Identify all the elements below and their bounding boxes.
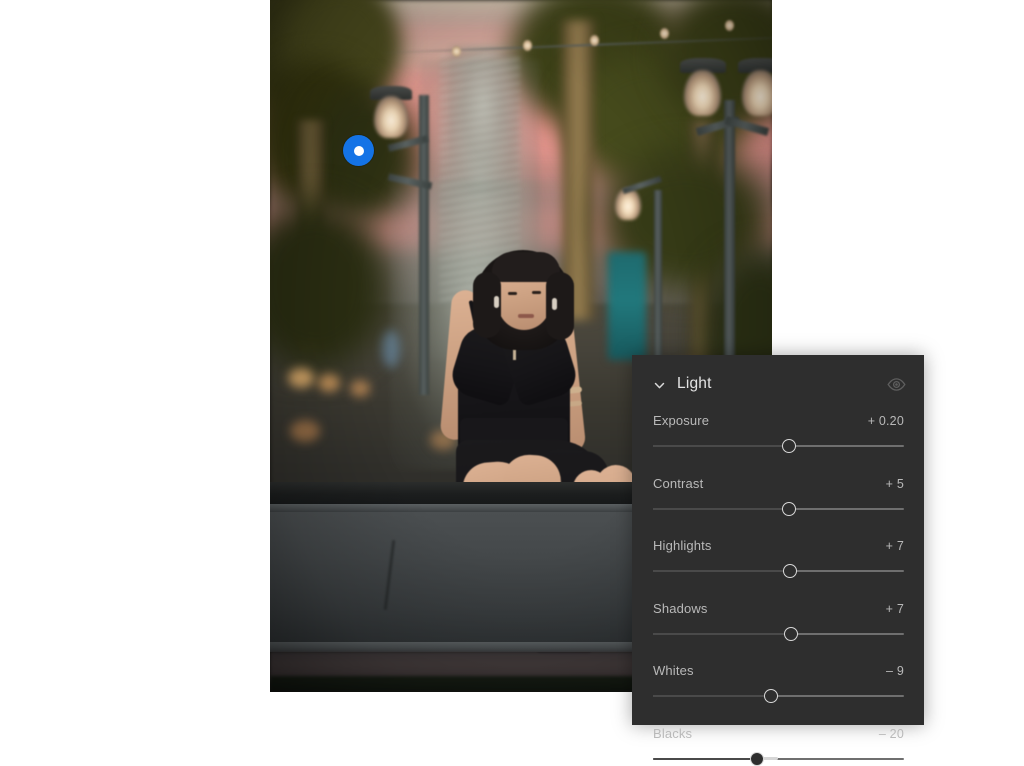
slider-track-area[interactable] [653, 502, 904, 516]
slider-label: Contrast [653, 476, 703, 491]
light-panel: Light Exposure + 0.20 Contras [632, 355, 924, 725]
teal-banner [608, 252, 646, 360]
lamp-head [684, 70, 721, 116]
pin-center-dot [354, 146, 364, 156]
slider-exposure[interactable]: Exposure + 0.20 [653, 413, 904, 453]
slider-header: Contrast + 5 [653, 476, 904, 491]
bokeh-light [288, 368, 314, 388]
panel-title: Light [677, 375, 712, 393]
slider-header: Shadows + 7 [653, 601, 904, 616]
slider-knob[interactable] [764, 689, 778, 703]
slider-label: Blacks [653, 726, 692, 741]
string-light-bulb [452, 46, 461, 57]
light-sliders: Exposure + 0.20 Contrast + 5 [632, 413, 924, 766]
mouth [518, 314, 534, 318]
slider-knob[interactable] [783, 564, 797, 578]
light-panel-header[interactable]: Light [632, 355, 924, 413]
slider-knob[interactable] [784, 627, 798, 641]
earring [494, 296, 499, 308]
slider-track-left [653, 695, 771, 697]
slider-label: Exposure [653, 413, 709, 428]
slider-label: Highlights [653, 538, 712, 553]
local-adjustment-pin[interactable] [343, 135, 374, 166]
slider-contrast[interactable]: Contrast + 5 [653, 476, 904, 516]
bokeh-light [382, 330, 400, 368]
slider-track-area[interactable] [653, 564, 904, 578]
eye-icon[interactable] [886, 374, 906, 394]
slider-track-area[interactable] [653, 689, 904, 703]
slider-whites[interactable]: Whites – 9 [653, 663, 904, 703]
slider-value: – 20 [879, 727, 904, 741]
string-light-bulb [725, 20, 734, 31]
string-light-bulb [590, 35, 599, 46]
bokeh-light [290, 420, 320, 442]
eye [532, 291, 541, 294]
slider-track-left [653, 633, 791, 635]
slider-track-left [653, 508, 789, 510]
slider-header: Exposure + 0.20 [653, 413, 904, 428]
earring [552, 298, 557, 310]
slider-label: Shadows [653, 601, 708, 616]
slider-label: Whites [653, 663, 694, 678]
slider-value: + 0.20 [868, 414, 904, 428]
bokeh-light [318, 374, 340, 392]
slider-knob[interactable] [782, 502, 796, 516]
lamp-post [724, 100, 735, 390]
slider-header: Whites – 9 [653, 663, 904, 678]
slider-blacks[interactable]: Blacks – 20 [653, 726, 904, 766]
slider-shadows[interactable]: Shadows + 7 [653, 601, 904, 641]
string-light-bulb [523, 40, 532, 51]
slider-highlights[interactable]: Highlights + 7 [653, 538, 904, 578]
slider-track-left [653, 570, 790, 572]
chevron-down-icon[interactable] [653, 379, 666, 392]
slider-header: Highlights + 7 [653, 538, 904, 553]
slider-track-area[interactable] [653, 439, 904, 453]
slider-track-left [653, 445, 789, 447]
slider-track-area[interactable] [653, 752, 904, 766]
slider-knob[interactable] [782, 439, 796, 453]
string-light-bulb [660, 28, 669, 39]
lamp-head [742, 70, 772, 116]
slider-header: Blacks – 20 [653, 726, 904, 741]
lamp-head [615, 188, 641, 220]
slider-track-area[interactable] [653, 627, 904, 641]
slider-value: + 7 [886, 602, 904, 616]
lamp-post [654, 190, 662, 370]
eye [508, 292, 517, 295]
slider-value: + 5 [886, 477, 904, 491]
slider-knob[interactable] [750, 752, 764, 766]
bokeh-light [350, 380, 370, 397]
slider-value: + 7 [886, 539, 904, 553]
slider-value: – 9 [886, 664, 904, 678]
hair-side [546, 272, 574, 340]
slider-track-left [653, 758, 757, 760]
lamp-head [374, 96, 408, 138]
